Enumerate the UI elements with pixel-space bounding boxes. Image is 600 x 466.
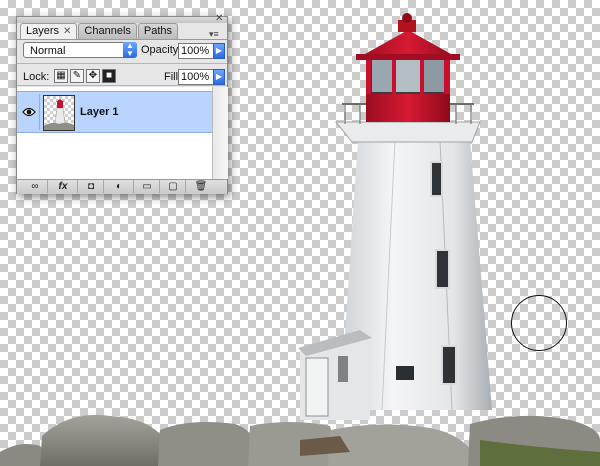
layer-thumbnail[interactable] — [43, 95, 75, 131]
panel-menu-icon[interactable]: ▾≡ — [209, 29, 219, 39]
layers-list: Layer 1 — [17, 87, 212, 179]
opacity-label: Opacity: — [141, 44, 182, 56]
opacity-input[interactable]: 100% — [178, 43, 214, 59]
panel-tabs: Layers ✕ Channels Paths — [20, 23, 179, 40]
layer-style-icon[interactable]: fx — [49, 180, 78, 193]
layer-row[interactable]: Layer 1 — [17, 91, 212, 133]
fill-arrow-icon[interactable]: ▶ — [213, 69, 225, 85]
layers-scrollbar[interactable] — [212, 87, 228, 179]
layer-mask-icon[interactable]: ◘ — [79, 180, 104, 193]
tab-channels-label: Channels — [84, 25, 131, 37]
rocks — [0, 414, 600, 466]
tab-paths[interactable]: Paths — [137, 23, 179, 39]
lock-pixels-icon[interactable]: ✎ — [70, 69, 84, 83]
new-layer-icon[interactable]: ▢ — [161, 180, 186, 193]
panel-divider — [17, 63, 227, 64]
tab-close-icon[interactable]: ✕ — [63, 26, 71, 37]
trash-icon[interactable]: 🗑 — [189, 180, 213, 193]
panel-bottom-bar: ∞ fx ◘ ◐ ▭ ▢ 🗑 — [17, 179, 227, 194]
lock-position-icon[interactable]: ✥ — [86, 69, 100, 83]
brush-cursor — [511, 295, 567, 351]
blend-mode-select[interactable]: Normal ▲ ▼ — [23, 42, 137, 58]
link-layers-icon[interactable]: ∞ — [23, 180, 48, 193]
new-group-icon[interactable]: ▭ — [135, 180, 160, 193]
adjustment-layer-icon[interactable]: ◐ — [105, 180, 134, 193]
fill-input[interactable]: 100% — [178, 69, 214, 85]
eye-icon — [22, 107, 36, 117]
chevron-updown-icon: ▲ ▼ — [123, 42, 137, 58]
panel-divider — [17, 85, 227, 86]
layer-name[interactable]: Layer 1 — [80, 106, 119, 118]
lock-all-icon[interactable]: ■ — [102, 69, 116, 83]
lighthouse — [298, 13, 492, 420]
tab-paths-label: Paths — [143, 25, 173, 37]
layers-panel: ✕ Layers ✕ Channels Paths ▾≡ Normal ▲ ▼ Op… — [16, 14, 228, 194]
lighthouse-thumbnail-icon — [44, 99, 74, 130]
blend-mode-value: Normal — [30, 45, 66, 57]
lock-transparency-icon[interactable]: ▦ — [54, 69, 68, 83]
tab-divider — [17, 39, 227, 40]
tab-layers-label: Layers — [26, 25, 60, 37]
tab-channels[interactable]: Channels — [78, 23, 137, 39]
visibility-toggle[interactable] — [19, 94, 40, 130]
tab-layers[interactable]: Layers ✕ — [20, 23, 78, 40]
panel-close-icon[interactable]: ✕ — [215, 14, 223, 24]
opacity-arrow-icon[interactable]: ▶ — [213, 43, 225, 59]
lock-label: Lock: — [23, 71, 50, 83]
